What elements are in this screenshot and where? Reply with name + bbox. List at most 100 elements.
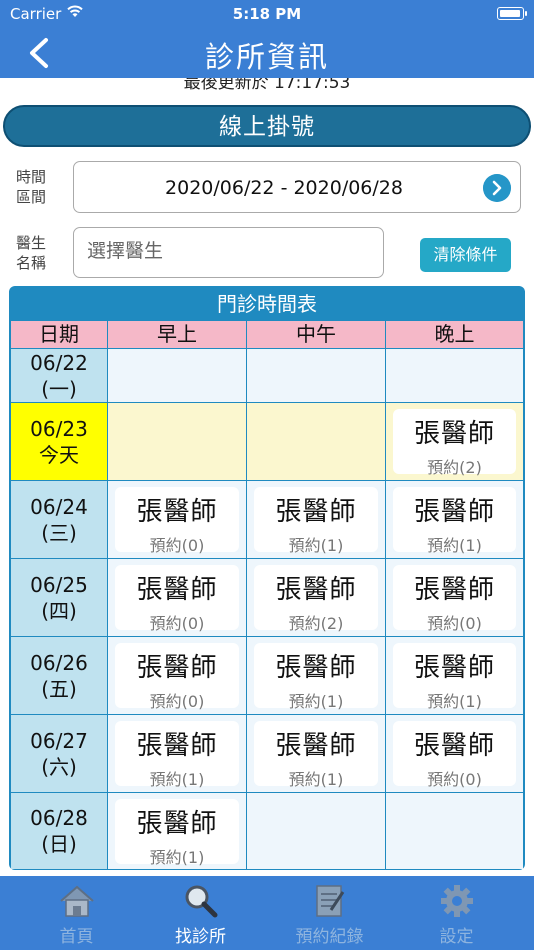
tab-find-clinic[interactable]: 找診所: [134, 876, 267, 950]
header-morning: 早上: [108, 321, 246, 348]
doctor-label: 醫生 名稱: [16, 233, 46, 273]
date-text: 06/27: [30, 728, 88, 753]
doctor-name: 張醫師: [413, 497, 495, 527]
doctor-slot-card[interactable]: 張醫師預約(1): [393, 643, 516, 711]
date-cell: 06/23 今天: [11, 403, 107, 480]
doctor-input-field[interactable]: [87, 228, 367, 274]
weekday-text: (日): [41, 832, 77, 856]
doctor-name: 張醫師: [413, 653, 495, 683]
booking-count: 預約(2): [288, 614, 344, 633]
date-text: 06/23: [30, 416, 88, 441]
doctor-name: 張醫師: [275, 731, 357, 761]
booking-count: 預約(1): [427, 692, 482, 711]
doctor-name: 張醫師: [413, 419, 495, 449]
tab-home-label: 首頁: [59, 927, 94, 947]
doctor-slot-card[interactable]: 張醫師預約(0): [115, 565, 239, 633]
weekday-text: (三): [41, 520, 77, 545]
time-slot: [386, 793, 523, 869]
nav-bar: 診所資訊: [0, 28, 534, 78]
booking-count: 預約(0): [427, 614, 482, 633]
weekday-text: 今天: [39, 442, 79, 467]
tab-settings-label: 設定: [439, 927, 474, 947]
doctor-slot-card[interactable]: 張醫師預約(2): [254, 565, 378, 633]
weekday-text: (六): [41, 754, 77, 779]
doctor-slot-card[interactable]: 張醫師預約(1): [254, 721, 378, 789]
header-date: 日期: [11, 321, 107, 348]
time-slot: [108, 349, 246, 402]
doctor-name: 張醫師: [275, 497, 357, 527]
booking-count: 預約(0): [149, 614, 205, 633]
booking-count: 預約(0): [149, 536, 205, 555]
doctor-slot-card[interactable]: 張醫師預約(0): [393, 721, 516, 789]
doctor-slot-card[interactable]: 張醫師 預約(0): [115, 643, 239, 711]
date-cell: 06/24 (三): [11, 481, 107, 558]
tab-settings[interactable]: 設定: [390, 876, 523, 950]
doctor-slot-card[interactable]: 張醫師預約(1): [115, 799, 239, 867]
date-cell: 06/26 (五): [11, 637, 107, 714]
period-label: 時間 區間: [16, 167, 46, 207]
doctor-name: 張醫師: [136, 731, 218, 761]
home-icon: [60, 885, 94, 917]
date-cell: 06/22 (一): [11, 349, 107, 402]
tab-home[interactable]: 首頁: [10, 876, 143, 950]
date-cell: 06/25 (四): [11, 559, 107, 636]
weekday-text: (四): [41, 598, 77, 623]
doctor-name: 張醫師: [275, 653, 357, 683]
time-slot: [247, 349, 385, 402]
tab-find-clinic-label: 找診所: [175, 927, 226, 947]
doctor-slot-card[interactable]: 張醫師 預約(1): [254, 487, 378, 555]
date-range-selector[interactable]: 2020/06/22 - 2020/06/28: [73, 161, 521, 213]
date-text: 06/22: [30, 350, 88, 375]
booking-count: 預約(2): [427, 458, 482, 477]
doctor-select[interactable]: [73, 227, 384, 278]
header-evening: 晚上: [386, 321, 523, 348]
date-text: 06/28: [30, 806, 88, 830]
doctor-label-text: 醫生 名稱: [16, 234, 47, 272]
weekday-text: (五): [41, 676, 77, 701]
doctor-name: 張醫師: [413, 575, 495, 605]
booking-count: 預約(1): [427, 536, 482, 555]
tab-bar: 首頁 找診所 預約紀錄 設定: [0, 876, 534, 950]
doctor-name: 張醫師: [136, 497, 218, 527]
time-slot: [108, 403, 246, 480]
doctor-name: 張醫師: [136, 575, 218, 605]
tab-appointments[interactable]: 預約紀錄: [263, 876, 396, 950]
booking-count: 預約(0): [149, 692, 205, 711]
schedule-title: 門診時間表: [217, 292, 317, 316]
date-range-value: 2020/06/22 - 2020/06/28: [165, 177, 403, 199]
doctor-slot-card[interactable]: 張醫師 預約(1): [115, 721, 239, 789]
booking-count: 預約(0): [427, 770, 482, 789]
header-noon: 中午: [247, 321, 385, 348]
weekday-text: (一): [41, 376, 77, 401]
last-updated-text: 最後更新於 17:17:53: [183, 78, 351, 90]
booking-count: 預約(1): [288, 770, 344, 789]
doctor-name: 張醫師: [136, 809, 218, 839]
doctor-name: 張醫師: [413, 731, 495, 761]
date-text: 06/26: [30, 650, 88, 675]
doctor-slot-card[interactable]: 張醫師預約(0): [115, 487, 239, 555]
doctor-slot-card[interactable]: 張醫師預約(0): [393, 565, 516, 633]
search-icon: [185, 885, 218, 918]
clear-filters-button[interactable]: 清除條件: [420, 238, 511, 272]
time-slot: [247, 793, 385, 869]
booking-count: 預約(1): [149, 848, 205, 867]
doctor-slot-card[interactable]: 張醫師預約(2): [393, 409, 516, 477]
doctor-name: 張醫師: [275, 575, 357, 605]
date-text: 06/24: [30, 494, 88, 519]
battery-icon: [497, 7, 527, 20]
doctor-slot-card[interactable]: 張醫師預約(1): [254, 643, 378, 711]
gear-icon: [441, 885, 473, 917]
doctor-slot-card[interactable]: 張醫師預約(1): [393, 487, 516, 555]
status-bar: Carrier 5:18 PM: [0, 0, 534, 28]
online-registration-banner: 線上掛號: [3, 105, 531, 147]
chevron-right-icon[interactable]: [483, 174, 511, 202]
time-slot: [247, 403, 385, 480]
date-text: 06/25: [30, 572, 88, 597]
status-time: 5:18 PM: [232, 5, 302, 23]
time-slot: [386, 349, 523, 402]
period-label-text: 時間 區間: [16, 168, 47, 206]
date-cell: 06/28 (日): [11, 793, 107, 869]
last-updated: 最後更新於 17:17:53: [0, 78, 534, 90]
notepad-icon: [316, 885, 345, 917]
booking-count: 預約(1): [288, 692, 344, 711]
